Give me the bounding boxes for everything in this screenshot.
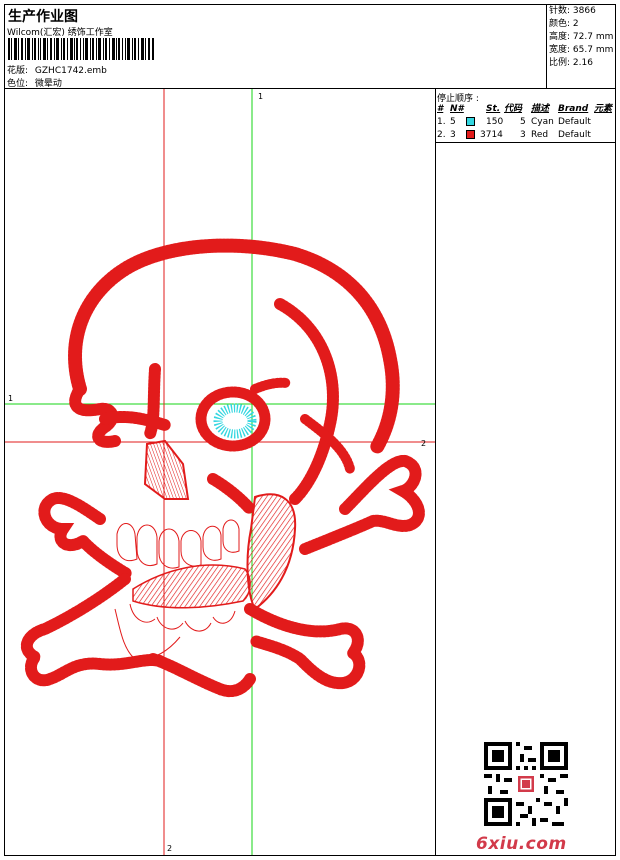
skull-outline <box>68 238 400 515</box>
skull-design: 1 1 2 2 <box>5 89 435 855</box>
design-ratio: 比例: 2.16 <box>549 58 593 68</box>
design-file-row: 花版: GZHC1742.emb <box>7 63 107 76</box>
color-table-row: 2. 3 3714 3 Red Default <box>437 130 591 140</box>
colorway-label: 色位: <box>7 79 29 89</box>
sheet-title: 生产作业图 <box>8 9 78 25</box>
axis-label-bottom: 2 <box>167 844 172 853</box>
color-table-header: # N# St. 代码 描述 Brand 元素 <box>437 104 613 114</box>
jaw-shading <box>246 493 297 611</box>
color-count: 颜色: 2 <box>549 19 579 29</box>
lower-teeth-shading <box>132 564 251 609</box>
cyan-eye <box>213 403 257 439</box>
design-stats: 针数: 3866 颜色: 2 高度: 72.7 mm 宽度: 65.7 mm 比… <box>547 5 615 89</box>
watermark: 6xiu.com <box>476 834 567 854</box>
axis-label-right: 2 <box>421 439 426 448</box>
colorway-row: 色位: 微晕动 <box>7 76 62 89</box>
side-panel: 停止顺序 : # N# St. 代码 描述 Brand 元素 1. 5 150 … <box>436 89 615 855</box>
embroidery-preview: 1 1 2 2 <box>5 89 436 855</box>
stitch-count: 针数: 3866 <box>549 6 596 16</box>
axis-label-left: 1 <box>8 394 13 403</box>
design-width: 宽度: 65.7 mm <box>549 45 614 55</box>
color-table-row: 1. 5 150 5 Cyan Default <box>437 117 591 127</box>
qr-code <box>484 742 568 826</box>
design-height: 高度: 72.7 mm <box>549 32 614 42</box>
nose-cavity <box>143 439 190 500</box>
thread-swatch-red <box>466 130 475 139</box>
design-label: 花版: <box>7 66 29 76</box>
studio-name: Wilcom(汇宏) 绣饰工作室 <box>7 28 113 38</box>
colorway-value: 微晕动 <box>34 79 62 89</box>
barcode <box>8 38 154 60</box>
design-file-name: GZHC1742.emb <box>34 66 107 76</box>
thread-swatch-cyan <box>466 117 475 126</box>
color-sequence-table: # N# St. 代码 描述 Brand 元素 1. 5 150 5 Cyan … <box>436 103 615 143</box>
sheet-header: 生产作业图 Wilcom(汇宏) 绣饰工作室 花版: GZHC1742.emb … <box>5 5 547 89</box>
production-sheet: 生产作业图 Wilcom(汇宏) 绣饰工作室 花版: GZHC1742.emb … <box>4 4 616 856</box>
axis-label-top: 1 <box>258 92 263 101</box>
